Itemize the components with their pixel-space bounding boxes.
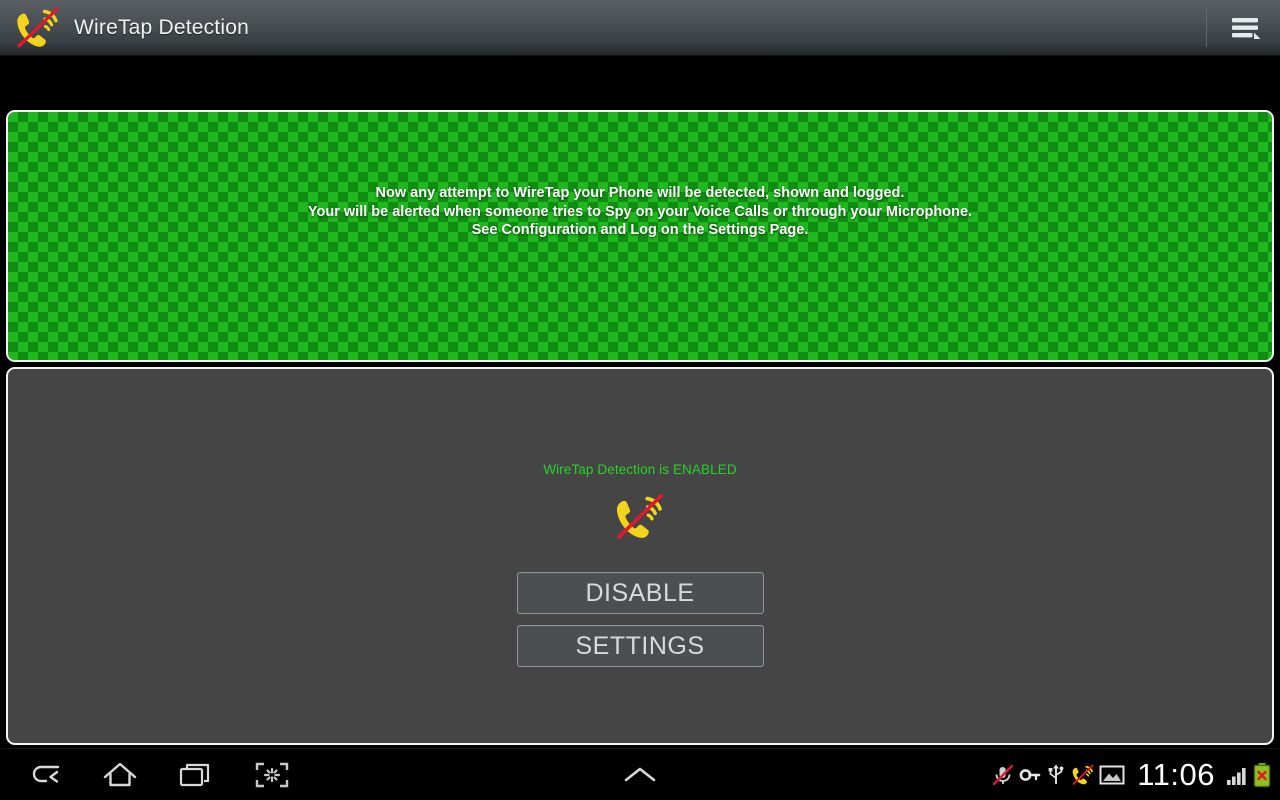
info-line-3: See Configuration and Log on the Setting… <box>471 222 809 238</box>
home-icon <box>103 762 137 786</box>
app-title-bar: WireTap Detection <box>0 0 1280 56</box>
screenshot-button[interactable] <box>250 755 294 795</box>
settings-button[interactable]: SETTINGS <box>516 625 764 667</box>
disable-button[interactable]: DISABLE <box>516 572 764 614</box>
system-navigation-bar: 11:06 <box>0 748 1280 800</box>
status-icons-group[interactable]: 11:06 <box>991 757 1272 793</box>
status-label: WireTap Detection is ENABLED <box>543 462 737 477</box>
info-panel: Now any attempt to WireTap your Phone wi… <box>6 110 1274 362</box>
wiretap-app-notification-icon <box>1070 763 1096 787</box>
info-panel-text: Now any attempt to WireTap your Phone wi… <box>8 184 1272 240</box>
usb-icon <box>1045 763 1067 787</box>
microphone-muted-icon <box>991 763 1015 787</box>
title-bar-right <box>1206 0 1280 55</box>
status-bar-clock: 11:06 <box>1137 756 1215 792</box>
screenshot-saved-icon <box>1099 764 1125 786</box>
title-bar-divider <box>1206 8 1207 47</box>
battery-error-icon <box>1252 762 1272 788</box>
hamburger-menu-icon <box>1232 17 1261 39</box>
home-button[interactable] <box>98 755 142 795</box>
back-button[interactable] <box>22 755 66 795</box>
chevron-up-icon <box>624 767 656 781</box>
wiretap-blocked-phone-icon <box>616 494 663 539</box>
info-line-2: Your will be alerted when someone tries … <box>307 203 973 220</box>
expand-notifications-button[interactable] <box>617 755 663 795</box>
control-panel: WireTap Detection is ENABLED DISABLE SET… <box>6 367 1274 745</box>
app-title: WireTap Detection <box>74 15 249 39</box>
app-root: WireTap Detection Now any attempt to Wir… <box>0 0 1280 800</box>
vpn-key-icon <box>1018 763 1042 787</box>
recent-apps-icon <box>179 763 210 786</box>
recent-apps-button[interactable] <box>174 755 218 795</box>
wiretap-blocked-phone-icon <box>17 6 59 48</box>
overflow-menu-button[interactable] <box>1224 7 1268 49</box>
screenshot-capture-icon <box>255 762 289 787</box>
back-arrow-icon <box>32 765 60 783</box>
signal-bars-icon <box>1225 763 1249 787</box>
nav-buttons-group <box>22 755 294 795</box>
info-line-1: Now any attempt to WireTap your Phone wi… <box>375 185 905 201</box>
